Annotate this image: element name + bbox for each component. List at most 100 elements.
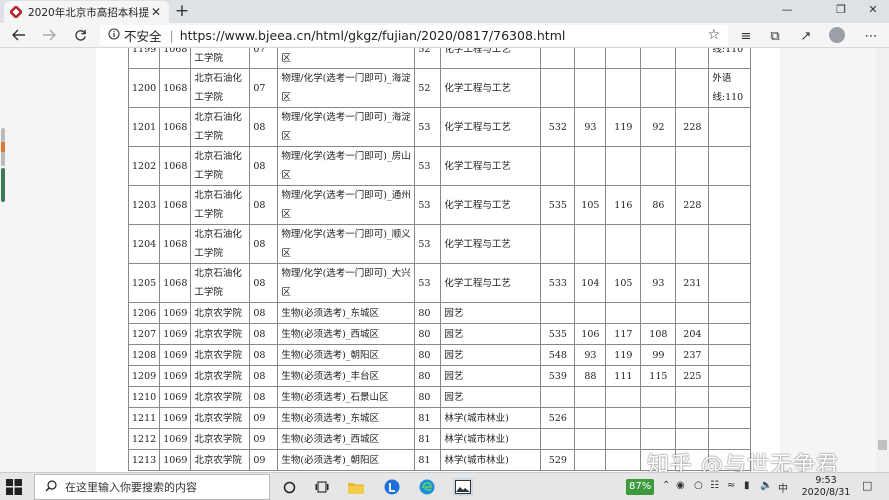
table-cell-s1: 526 — [540, 407, 576, 429]
windows-start-icon[interactable] — [6, 479, 22, 495]
table-cell-code: 1069 — [159, 344, 192, 366]
app-l-icon[interactable] — [383, 478, 401, 496]
table-cell-id: 1202 — [127, 146, 161, 186]
share-icon[interactable]: ↗ — [796, 26, 816, 46]
maximize-button[interactable]: ❐ — [826, 3, 856, 16]
table-row: 1209 1069 北京农学院 08 生物(必须选考)_丰台区 80 园艺 539 88 111 1… — [127, 365, 752, 387]
wifi-icon[interactable]: ≈ — [727, 480, 735, 491]
forward-icon[interactable] — [38, 25, 60, 45]
app-tray-icon[interactable]: ○ — [694, 480, 703, 491]
table-cell-s1 — [540, 68, 576, 108]
table-cell-school: 北京农学院 — [190, 386, 251, 408]
vertical-scrollbar[interactable] — [876, 48, 889, 472]
table-cell-id: 1204 — [127, 224, 161, 264]
info-icon[interactable] — [108, 28, 120, 43]
table-cell-req: 生物(必须选考)_石景山区 — [277, 386, 416, 408]
table-cell-note: 外语线:110 — [708, 68, 752, 108]
network-tray-icon[interactable]: ☷ — [710, 480, 719, 491]
profile-avatar[interactable] — [829, 27, 845, 43]
table-cell-s3 — [605, 449, 642, 471]
table-cell-note — [708, 365, 752, 387]
table-cell-req: 物理/化学(选考一门即可)_东城区 — [277, 48, 416, 69]
table-cell-note — [708, 323, 752, 345]
table-cell-major: 化学工程与工艺 — [440, 107, 542, 147]
table-cell-s2 — [574, 449, 607, 471]
new-tab-button[interactable]: + — [172, 2, 192, 22]
taskbar-clock[interactable]: 9:53 2020/8/31 — [796, 475, 856, 499]
table-cell-major: 化学工程与工艺 — [440, 185, 542, 225]
table-cell-s4 — [640, 224, 677, 264]
table-cell-id: 1209 — [127, 365, 161, 387]
table-cell-s3: 119 — [605, 107, 642, 147]
table-cell-s1 — [540, 146, 576, 186]
clock-date: 2020/8/31 — [801, 487, 851, 498]
reading-list-icon[interactable]: ≡ — [736, 26, 756, 46]
more-menu-icon[interactable]: ⋯ — [861, 26, 881, 46]
input-method-icon[interactable]: 中 — [778, 480, 788, 495]
table-cell-mcode: 81 — [414, 449, 442, 471]
refresh-icon[interactable] — [69, 25, 91, 45]
file-explorer-icon[interactable] — [347, 478, 365, 496]
table-cell-g: 09 — [249, 449, 279, 471]
table-cell-mcode: 52 — [414, 68, 442, 108]
table-cell-major: 化学工程与工艺 — [440, 48, 542, 69]
table-cell-note — [708, 263, 752, 303]
tray-chevron-icon[interactable]: ⌃ — [662, 480, 670, 491]
table-cell-req: 生物(必须选考)_东城区 — [277, 302, 416, 324]
table-row: 11991068北京石油化工学院07物理/化学(选考一门即可)_东城区52化学工… — [127, 48, 752, 69]
table-cell-g: 08 — [249, 344, 279, 366]
table-cell-g: 07 — [249, 48, 279, 69]
table-cell-s1: 539 — [540, 365, 576, 387]
table-cell-code: 1069 — [159, 365, 192, 387]
table-cell-s4: 92 — [640, 107, 677, 147]
table-cell-note — [708, 107, 752, 147]
edge-browser-icon[interactable] — [418, 478, 436, 496]
table-cell-s4: 108 — [640, 323, 677, 345]
table-cell-major: 园艺 — [440, 323, 542, 345]
security-label[interactable]: 不安全 — [124, 26, 162, 45]
battery-indicator[interactable]: 87% — [626, 479, 655, 495]
tab-close-icon[interactable]: ✕ — [149, 5, 163, 19]
table-cell-mcode: 80 — [414, 344, 442, 366]
photos-app-icon[interactable] — [453, 478, 473, 496]
cortana-icon[interactable] — [280, 478, 298, 496]
task-view-icon[interactable] — [313, 478, 331, 496]
search-icon — [45, 479, 57, 495]
security-tray-icon[interactable]: ◉ — [676, 480, 685, 491]
table-cell-mcode: 80 — [414, 386, 442, 408]
favorite-star-icon[interactable]: ☆ — [707, 27, 720, 43]
table-cell-req: 生物(必须选考)_丰台区 — [277, 365, 416, 387]
address-bar[interactable]: 不安全 | https://www.bjeea.cn/html/gkgz/fuj… — [100, 25, 728, 46]
table-cell-s4: 86 — [640, 185, 677, 225]
table-cell-req: 生物(必须选考)_东城区 — [277, 407, 416, 429]
collections-icon[interactable]: ⧉ — [765, 26, 785, 46]
table-row: 1208 1069 北京农学院 08 生物(必须选考)_朝阳区 80 园艺 548 93 119 9… — [127, 344, 752, 366]
table-cell-g: 08 — [249, 263, 279, 303]
table-cell-s1: 533 — [540, 263, 576, 303]
close-window-button[interactable]: ✕ — [858, 3, 888, 16]
back-icon[interactable] — [8, 25, 30, 45]
table-cell-s2: 106 — [574, 323, 607, 345]
battery-tray-icon[interactable]: ▮ — [744, 480, 750, 491]
table-cell-id: 1213 — [127, 449, 161, 471]
table-cell-s4 — [640, 302, 677, 324]
table-cell-s5 — [675, 48, 710, 69]
table-cell-school: 北京石油化工学院 — [190, 146, 251, 186]
table-cell-note — [708, 344, 752, 366]
browser-tab[interactable]: 2020年北京市高招本科提前批普 ✕ — [4, 1, 169, 23]
table-cell-req: 生物(必须选考)_朝阳区 — [277, 344, 416, 366]
table-cell-major: 园艺 — [440, 302, 542, 324]
table-cell-mcode: 52 — [414, 48, 442, 69]
table-cell-major: 园艺 — [440, 344, 542, 366]
table-cell-major: 化学工程与工艺 — [440, 146, 542, 186]
notification-icon[interactable]: □ — [862, 479, 876, 493]
table-cell-req: 物理/化学(选考一门即可)_通州区 — [277, 185, 416, 225]
scrollbar-thumb[interactable] — [878, 440, 887, 450]
volume-icon[interactable]: 🔈 — [760, 480, 772, 491]
taskbar-search-box[interactable]: 在这里输入你要搜索的内容 — [34, 474, 270, 500]
table-row: 1201 1068 北京石油化工学院 08 物理/化学(选考一门即可)_海淀区 53 化学工… — [127, 107, 752, 147]
table-cell-s5 — [675, 386, 710, 408]
url-text[interactable]: https://www.bjeea.cn/html/gkgz/fujian/20… — [180, 28, 566, 43]
table-cell-s2 — [574, 68, 607, 108]
minimize-button[interactable]: — — [772, 3, 802, 16]
